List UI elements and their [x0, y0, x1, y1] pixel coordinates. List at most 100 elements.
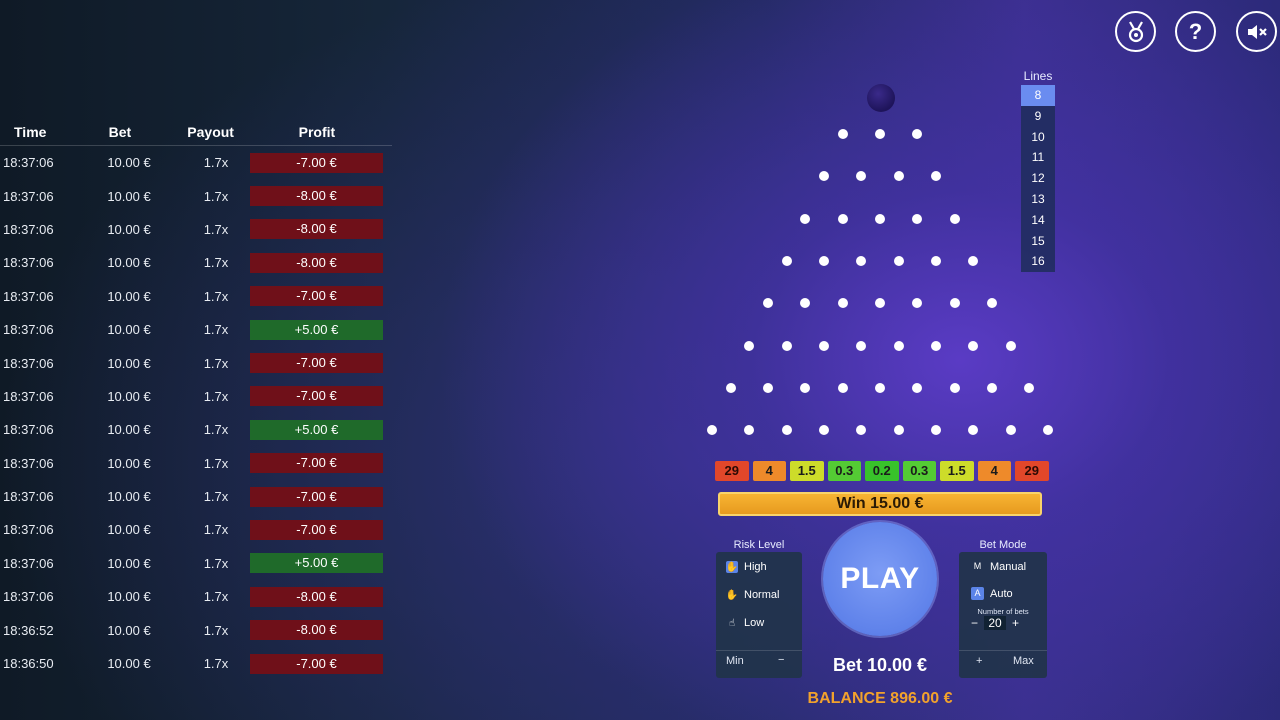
- lines-option-9[interactable]: 9: [1021, 105, 1055, 127]
- lines-option-10[interactable]: 10: [1021, 126, 1055, 148]
- manual-label: Manual: [990, 560, 1027, 573]
- table-row: 18:36:50 10.00 € 1.7x -7.00 €: [0, 647, 392, 680]
- multiplier-bucket: 29: [715, 461, 749, 481]
- key-m-icon: M: [973, 561, 982, 571]
- table-row: 18:37:06 10.00 € 1.7x +5.00 €: [0, 413, 392, 446]
- peg: [875, 129, 885, 139]
- bet-mode-auto[interactable]: A Auto: [971, 587, 1013, 600]
- peg: [856, 255, 867, 266]
- row-payout: 1.7x: [203, 522, 229, 538]
- row-bet: 10.00 €: [107, 422, 151, 438]
- header-bet: Bet: [108, 123, 132, 140]
- multiplier-bucket: 0.2: [865, 461, 899, 481]
- bet-mode-panel: M Manual A Auto Number of bets − 20 + + …: [959, 552, 1047, 678]
- lines-option-8[interactable]: 8: [1021, 85, 1055, 106]
- mute-button[interactable]: [1236, 11, 1277, 52]
- table-row: 18:37:06 10.00 € 1.7x -8.00 €: [0, 213, 392, 246]
- achievements-button[interactable]: [1115, 11, 1156, 52]
- peg: [949, 382, 960, 393]
- peg: [707, 425, 718, 436]
- mode-divider: [959, 650, 1047, 651]
- table-row: 18:37:06 10.00 € 1.7x -7.00 €: [0, 513, 392, 546]
- row-time: 18:37:06: [3, 522, 54, 538]
- lines-option-14[interactable]: 14: [1021, 209, 1055, 231]
- help-button[interactable]: ?: [1175, 11, 1216, 52]
- number-of-bets-stepper: − 20 +: [971, 616, 1019, 630]
- lines-option-15[interactable]: 15: [1021, 230, 1055, 252]
- risk-option-low[interactable]: ☝ Low: [726, 613, 764, 633]
- peg: [912, 298, 923, 309]
- number-of-bets-value[interactable]: 20: [984, 616, 1007, 630]
- table-row: 18:37:06 10.00 € 1.7x -8.00 €: [0, 246, 392, 279]
- decrease-bet-button[interactable]: −: [778, 654, 784, 666]
- multiplier-bucket: 4: [752, 461, 786, 481]
- row-payout: 1.7x: [203, 455, 229, 471]
- increase-bets-button[interactable]: +: [1012, 616, 1019, 630]
- increase-bet-button[interactable]: +: [976, 655, 982, 667]
- row-profit: -7.00 €: [250, 486, 383, 507]
- peg: [1024, 382, 1035, 393]
- peg: [986, 298, 997, 309]
- multiplier-bucket: 1.5: [940, 461, 974, 481]
- row-bet: 10.00 €: [107, 455, 151, 471]
- lines-selector: Lines 8 9 10 11 12 13 14 15 16: [1021, 69, 1055, 273]
- win-banner: Win 15.00 €: [718, 492, 1042, 516]
- row-payout: 1.7x: [203, 155, 229, 171]
- row-profit: -7.00 €: [250, 519, 383, 540]
- risk-option-normal[interactable]: ✋ Normal: [725, 585, 780, 605]
- lines-option-16[interactable]: 16: [1021, 251, 1055, 273]
- row-time: 18:37:06: [3, 388, 54, 404]
- min-bet-button[interactable]: Min: [726, 655, 744, 667]
- row-profit: -7.00 €: [250, 386, 383, 407]
- table-row: 18:37:06 10.00 € 1.7x -7.00 €: [0, 480, 392, 513]
- peg: [912, 213, 923, 224]
- peg: [819, 255, 830, 266]
- row-payout: 1.7x: [203, 422, 229, 438]
- risk-label-normal: Normal: [744, 589, 780, 601]
- peg: [930, 255, 941, 266]
- peg: [949, 298, 960, 309]
- row-bet: 10.00 €: [107, 288, 151, 304]
- row-profit: -7.00 €: [250, 653, 383, 674]
- peg: [800, 382, 811, 393]
- table-row: 18:37:06 10.00 € 1.7x -7.00 €: [0, 346, 392, 379]
- risk-level-panel: ✋ High ✋ Normal ☝ Low Min −: [716, 552, 802, 678]
- row-time: 18:37:06: [3, 188, 54, 204]
- table-row: 18:37:06 10.00 € 1.7x -7.00 €: [0, 380, 392, 413]
- row-profit: +5.00 €: [250, 419, 383, 440]
- lines-option-13[interactable]: 13: [1021, 188, 1055, 210]
- table-row: 18:37:06 10.00 € 1.7x -7.00 €: [0, 280, 392, 313]
- row-payout: 1.7x: [203, 355, 229, 371]
- risk-option-high[interactable]: ✋ High: [726, 557, 767, 577]
- peg: [949, 213, 960, 224]
- peg: [781, 255, 792, 266]
- row-bet: 10.00 €: [107, 489, 151, 505]
- peg: [837, 298, 848, 309]
- header-profit: Profit: [298, 123, 336, 140]
- lines-option-12[interactable]: 12: [1021, 168, 1055, 189]
- table-row: 18:37:06 10.00 € 1.7x -8.00 €: [0, 179, 392, 212]
- row-bet: 10.00 €: [107, 221, 151, 237]
- hand-icon: ✋: [725, 561, 739, 573]
- table-row: 18:37:06 10.00 € 1.7x -7.00 €: [0, 146, 392, 179]
- peg: [763, 298, 774, 309]
- peg: [893, 171, 904, 182]
- row-bet: 10.00 €: [107, 322, 151, 338]
- play-button[interactable]: PLAY: [823, 522, 937, 636]
- hand-icon: ✋: [725, 589, 739, 601]
- bet-mode-title: Bet Mode: [979, 539, 1027, 551]
- peg: [856, 171, 867, 182]
- row-profit: -8.00 €: [250, 586, 383, 607]
- peg: [763, 382, 774, 393]
- max-bet-button[interactable]: Max: [1013, 655, 1034, 667]
- table-row: 18:37:06 10.00 € 1.7x +5.00 €: [0, 547, 392, 580]
- row-payout: 1.7x: [203, 388, 229, 404]
- number-of-bets-label: Number of bets: [977, 607, 1029, 616]
- decrease-bets-button[interactable]: −: [971, 616, 978, 630]
- bet-mode-manual[interactable]: M Manual: [971, 560, 1026, 573]
- row-time: 18:36:50: [3, 656, 54, 672]
- peg: [893, 425, 904, 436]
- row-profit: -7.00 €: [250, 353, 383, 374]
- lines-option-11[interactable]: 11: [1021, 147, 1055, 169]
- peg: [1005, 340, 1016, 351]
